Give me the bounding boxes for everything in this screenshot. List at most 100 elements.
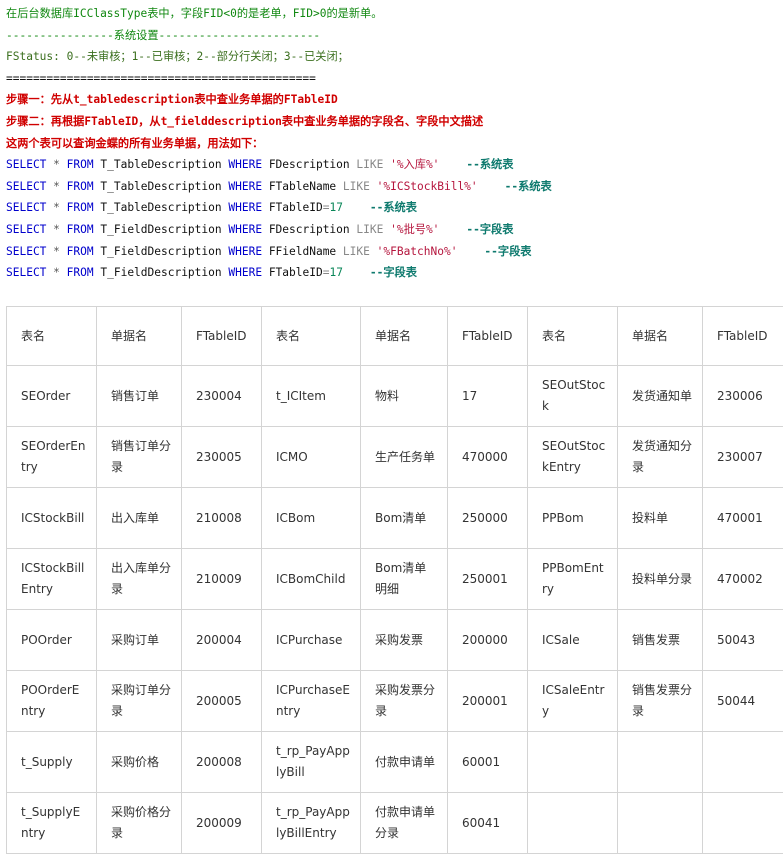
sql-line: SELECT * FROM T_TableDescription WHERE F… <box>6 154 778 176</box>
sql-operator: LIKE <box>356 158 384 172</box>
column-header: 单据名 <box>360 306 448 366</box>
table-cell: t_ICItem <box>261 365 361 427</box>
sql-table-name: T_TableDescription <box>100 158 222 172</box>
table-cell: 销售订单 <box>96 365 182 427</box>
sql-table-name: T_FieldDescription <box>100 266 222 280</box>
column-header: 表名 <box>6 306 97 366</box>
sql-operator: LIKE <box>356 222 384 236</box>
table-cell: 销售订单分录 <box>96 426 182 488</box>
sql-from-keyword: FROM <box>66 266 94 280</box>
table-row: t_Supply 采购价格 200008 t_rp_PayApplyBill 付款申请单… <box>6 731 783 793</box>
table-cell: 200000 <box>447 609 528 671</box>
sql-star: * <box>53 158 60 172</box>
sql-star: * <box>53 179 60 193</box>
sql-line: SELECT * FROM T_FieldDescription WHERE F… <box>6 219 778 241</box>
table-cell <box>702 792 783 854</box>
note-divider: ========================================… <box>6 71 316 85</box>
table-row: ICStockBill 出入库单 210008 ICBom Bom清单 250000 PPB… <box>6 487 783 549</box>
table-row: ICStockBillEntry 出入库单分录 210009 ICBomChild Bo… <box>6 548 783 610</box>
sql-star: * <box>53 244 60 258</box>
table-row: SEOrder 销售订单 230004 t_ICItem 物料 17 SEOutStock 发… <box>6 365 783 427</box>
sql-value: 17 <box>329 201 343 215</box>
table-cell: ICBom <box>261 487 361 549</box>
sql-field-name: FDescription <box>268 222 350 236</box>
table-cell: 付款申请单分录 <box>360 792 448 854</box>
table-cell: 250000 <box>447 487 528 549</box>
sql-select-keyword: SELECT <box>6 179 47 193</box>
step-two: 步骤二：再根据FTableID，从t_fielddescription表中查业务… <box>6 114 484 128</box>
sql-select-keyword: SELECT <box>6 266 47 280</box>
step-three: 这两个表可以查询金蝶的所有业务单据，用法如下： <box>6 136 264 150</box>
table-cell: SEOrderEntry <box>6 426 97 488</box>
table-cell: 230007 <box>702 426 783 488</box>
sql-field-name: FTableID <box>268 201 323 215</box>
table-cell: 230006 <box>702 365 783 427</box>
sql-comment: --系统表 <box>466 158 514 172</box>
sql-star: * <box>53 266 60 280</box>
table-cell: 投料单 <box>617 487 703 549</box>
table-cell: 470002 <box>702 548 783 610</box>
table-cell: 销售发票 <box>617 609 703 671</box>
sql-star: * <box>53 222 60 236</box>
sql-line: SELECT * FROM T_FieldDescription WHERE F… <box>6 262 778 284</box>
sql-where-keyword: WHERE <box>228 266 263 280</box>
sql-field-name: FFieldName <box>268 244 337 258</box>
table-cell: ICMO <box>261 426 361 488</box>
table-cell: 发货通知分录 <box>617 426 703 488</box>
table-cell: ICSale <box>527 609 618 671</box>
table-cell: ICStockBillEntry <box>6 548 97 610</box>
table-cell: 210009 <box>181 548 262 610</box>
table-header-row: 表名 单据名 FTableID 表名 单据名 FTableID 表名 单据名 FTableID <box>6 306 783 366</box>
table-cell <box>617 792 703 854</box>
table-cell: Bom清单 <box>360 487 448 549</box>
sql-from-keyword: FROM <box>66 201 94 215</box>
sql-comment: --系统表 <box>504 179 552 193</box>
table-cell: 230004 <box>181 365 262 427</box>
sql-value: '%入库%' <box>390 158 440 172</box>
sql-value: '%FBatchNo%' <box>376 244 458 258</box>
table-cell: 付款申请单 <box>360 731 448 793</box>
table-cell <box>702 731 783 793</box>
table-cell: 17 <box>447 365 528 427</box>
sql-table-name: T_FieldDescription <box>100 222 222 236</box>
table-cell: 200008 <box>181 731 262 793</box>
table-cell: 60041 <box>447 792 528 854</box>
table-cell: 投料单分录 <box>617 548 703 610</box>
notes-block: 在后台数据库ICClassType表中，字段FID<0的是老单，FID>0的是新… <box>6 3 778 284</box>
table-cell: 发货通知单 <box>617 365 703 427</box>
note-classtype: 在后台数据库ICClassType表中，字段FID<0的是老单，FID>0的是新… <box>6 7 383 20</box>
table-cell: 采购发票分录 <box>360 670 448 732</box>
note-fstatus: FStatus: 0--未审核；1--已审核；2--部分行关闭；3--已关闭； <box>6 50 349 64</box>
table-cell: SEOutStockEntry <box>527 426 618 488</box>
sql-comment: --字段表 <box>466 222 514 236</box>
table-cell: ICSaleEntry <box>527 670 618 732</box>
table-cell: t_rp_PayApplyBill <box>261 731 361 793</box>
sql-comment: --字段表 <box>369 266 417 280</box>
sql-select-keyword: SELECT <box>6 201 47 215</box>
column-header: 表名 <box>261 306 361 366</box>
sql-field-name: FTableID <box>268 266 323 280</box>
column-header: 单据名 <box>96 306 182 366</box>
column-header: 单据名 <box>617 306 703 366</box>
sql-value: 17 <box>329 266 343 280</box>
table-body: SEOrder 销售订单 230004 t_ICItem 物料 17 SEOutStock 发… <box>6 365 783 854</box>
sql-from-keyword: FROM <box>66 179 94 193</box>
sql-where-keyword: WHERE <box>228 158 263 172</box>
sql-from-keyword: FROM <box>66 244 94 258</box>
table-cell: 物料 <box>360 365 448 427</box>
table-row: POOrderEntry 采购订单分录 200005 ICPurchaseEntry 采… <box>6 670 783 732</box>
sql-where-keyword: WHERE <box>228 222 263 236</box>
table-cell: 采购价格 <box>96 731 182 793</box>
sql-field-name: FDescription <box>268 158 350 172</box>
table-cell: ICBomChild <box>261 548 361 610</box>
table-cell: 470001 <box>702 487 783 549</box>
table-cell: PPBom <box>527 487 618 549</box>
table-cell: SEOutStock <box>527 365 618 427</box>
table-cell: 200004 <box>181 609 262 671</box>
sql-line: SELECT * FROM T_TableDescription WHERE F… <box>6 197 778 219</box>
column-header: FTableID <box>702 306 783 366</box>
table-cell <box>617 731 703 793</box>
table-cell: ICPurchase <box>261 609 361 671</box>
table-cell: POOrder <box>6 609 97 671</box>
table-cell: 200001 <box>447 670 528 732</box>
